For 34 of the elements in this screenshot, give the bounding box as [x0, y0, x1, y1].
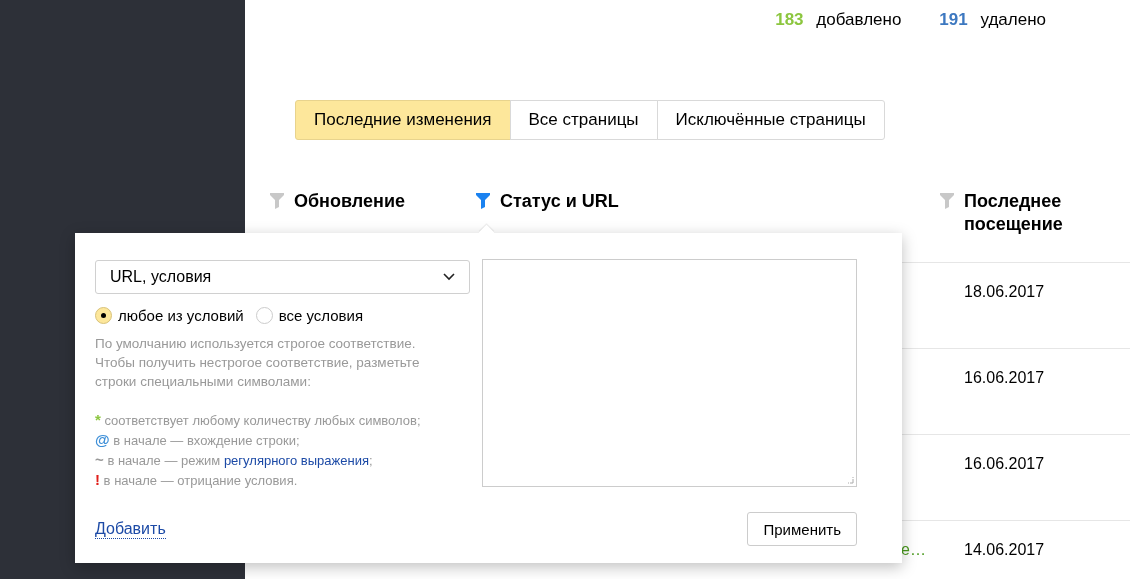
table-cell: е… — [901, 541, 926, 558]
tab[interactable]: Исключённые страницы — [656, 100, 885, 140]
rule-text: ~ в начале — режим регулярного выражения; — [95, 450, 374, 470]
tab[interactable]: Все страницы — [509, 100, 658, 140]
table-cell: 14.06.2017 — [964, 541, 1045, 558]
filter-icon[interactable] — [270, 193, 284, 209]
table-cell: 18.06.2017 — [964, 283, 1045, 300]
radio-option[interactable]: любое из условий — [95, 307, 244, 324]
rule-text: @ в начале — вхождение строки; — [95, 430, 301, 450]
stat-count: 191 — [939, 10, 968, 29]
table-cell: 16.06.2017 — [964, 455, 1045, 472]
hint-text: По умолчанию используется строгое соответствие. Чтобы получить нестрогое соответствие, разметьте строки специальными символами: — [95, 335, 421, 391]
regex-link[interactable]: регулярного выражения — [223, 453, 369, 468]
apply-button[interactable]: Применить — [747, 512, 857, 546]
column-header: Обновление — [294, 190, 406, 213]
add-link[interactable]: Добавить — [95, 519, 166, 539]
rule-text: ! в начале — отрицание условия. — [95, 470, 299, 490]
radio-option[interactable]: все условия — [255, 307, 364, 324]
stat-count: 183 — [775, 10, 804, 29]
table-cell: 16.06.2017 — [964, 369, 1045, 386]
radio-button[interactable] — [255, 307, 273, 324]
chevron-down-icon — [443, 273, 455, 281]
tab[interactable]: Последние изменения — [295, 100, 511, 140]
stat-label: удалено — [980, 10, 1046, 29]
rule-text: * соответствует любому количеству любых символов; — [95, 410, 422, 430]
resize-grip-icon[interactable] — [846, 476, 854, 484]
stat-label: добавлено — [816, 10, 902, 29]
radio-button[interactable] — [95, 307, 112, 324]
column-header: Последнее посещение — [964, 190, 1064, 236]
conditions-textarea[interactable] — [482, 259, 857, 487]
filter-icon[interactable] — [940, 193, 954, 209]
filter-icon[interactable] — [476, 193, 490, 209]
field-select[interactable]: URL, условия — [95, 260, 470, 294]
column-header: Статус и URL — [500, 190, 620, 213]
